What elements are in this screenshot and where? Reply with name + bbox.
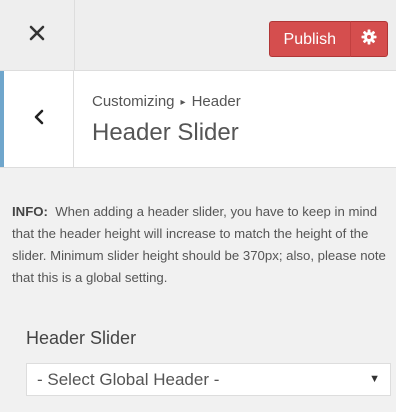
publish-button[interactable]: Publish [268,21,350,57]
section-header: Customizing ▸ Header Header Slider [0,71,396,168]
header-slider-label: Header Slider [26,328,137,348]
breadcrumb: Customizing ▸ Header [92,93,241,110]
close-icon [29,25,45,46]
info-text: When adding a header slider, you have to… [12,204,386,285]
header-slider-select[interactable]: - Select Global Header - ▼ [26,363,391,396]
close-button[interactable] [0,0,75,70]
chevron-left-icon [33,109,45,130]
gear-icon [361,29,377,50]
publish-settings-button[interactable] [350,21,388,57]
breadcrumb-root: Customizing [92,93,175,110]
breadcrumb-separator-icon: ▸ [180,97,186,108]
publish-controls: Publish [268,21,388,57]
caret-down-icon: ▼ [369,373,380,385]
info-description: INFO: When adding a header slider, you h… [12,201,387,289]
info-label: INFO: [12,204,48,219]
section-title: Header Slider [92,119,239,146]
back-button[interactable] [0,71,74,167]
customizer-top-bar: Publish [0,0,396,71]
select-value: - Select Global Header - [37,370,220,389]
breadcrumb-current: Header [191,93,241,110]
